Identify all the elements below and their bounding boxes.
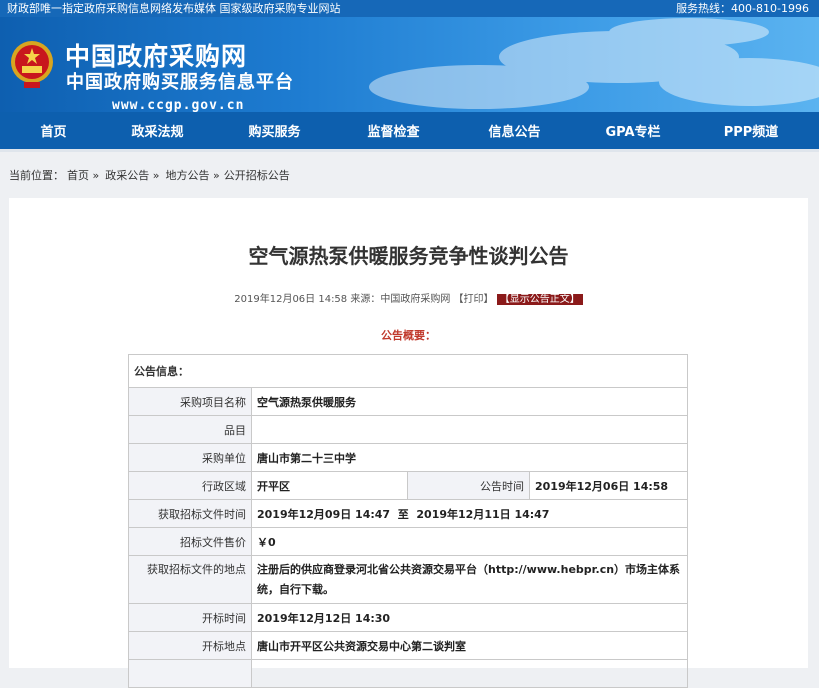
project-name-value: 空气源热泵供暖服务 [251,387,688,416]
doc-time-label: 获取招标文件时间 [128,499,252,528]
article-panel: 空气源热泵供暖服务竞争性谈判公告 2019年12月06日 14:58 来源：中国… [9,198,808,688]
breadcrumb-home[interactable]: 首页 » [67,167,99,183]
nav-supervision[interactable]: 监督检查 [341,121,446,140]
site-subtitle: 中国政府购买服务信息平台 [66,72,294,93]
main-nav: 首页 政采法规 购买服务 监督检查 信息公告 GPA专栏 PPP频道 [0,112,819,152]
unit-label: 采购单位 [128,443,252,472]
article-title: 空气源热泵供暖服务竞争性谈判公告 [248,244,569,268]
table-row: 开标时间 2019年12月12日 14:30 [128,603,688,632]
cloud-decoration [369,18,819,109]
article-meta: 2019年12月06日 14:58 来源：中国政府采购网 【打印】 【显示公告正… [9,290,808,305]
table-cell [128,659,252,688]
open-place-value: 唐山市开平区公共资源交易中心第二谈判室 [251,631,688,660]
table-row: 行政区域 开平区 公告时间 2019年12月06日 14:58 [128,471,688,500]
table-row: 采购项目名称 空气源热泵供暖服务 [128,387,688,416]
breadcrumb-gov-announcements[interactable]: 政采公告 » [105,167,159,183]
table-row: 公告信息： [128,354,688,388]
table-row: 品目 [128,415,688,444]
print-link[interactable]: 【打印】 [454,294,494,305]
service-hotline: 服务热线：400-810-1996 [676,2,809,15]
doc-place-value: 注册后的供应商登录河北省公共资源交易平台（http://www.hebpr.cn… [251,555,688,604]
nav-gpa[interactable]: GPA专栏 [583,121,683,140]
project-name-label: 采购项目名称 [128,387,252,416]
nav-regulations[interactable]: 政采法规 [107,121,208,140]
nav-purchase-services[interactable]: 购买服务 [208,121,341,140]
pubtime-label: 公告时间 [407,471,530,500]
table-row: 采购单位 唐山市第二十三中学 [128,443,688,472]
region-value: 开平区 [251,471,408,500]
pubtime-value: 2019年12月06日 14:58 [529,471,688,500]
article-datetime: 2019年12月06日 14:58 [234,294,348,305]
nav-announcements[interactable]: 信息公告 [446,121,583,140]
table-row: 招标文件售价 ￥0 [128,527,688,556]
open-time-label: 开标时间 [128,603,252,632]
breadcrumb-prefix: 当前位置： [9,168,64,182]
price-label: 招标文件售价 [128,527,252,556]
info-header: 公告信息： [128,354,688,388]
national-emblem-icon [11,41,53,88]
unit-value: 唐山市第二十三中学 [251,443,688,472]
table-row: 开标地点 唐山市开平区公共资源交易中心第二谈判室 [128,631,688,660]
region-label: 行政区域 [128,471,252,500]
nav-home[interactable]: 首页 [0,121,107,140]
table-row: 获取招标文件的地点 注册后的供应商登录河北省公共资源交易平台（http://ww… [128,555,688,604]
doc-place-label: 获取招标文件的地点 [128,555,252,604]
table-row: 获取招标文件时间 2019年12月09日 14:47 至 2019年12月11日… [128,499,688,528]
article-source: 来源：中国政府采购网 [350,294,451,305]
doc-time-value: 2019年12月09日 14:47 至 2019年12月11日 14:47 [251,499,688,528]
table-row [128,659,688,688]
breadcrumb: 当前位置： 首页 » 政采公告 » 地方公告 » 公开招标公告 [0,152,819,197]
site-url: www.ccgp.gov.cn [112,98,245,112]
breadcrumb-open-tender[interactable]: 公开招标公告 [224,167,290,183]
site-banner: 中国政府采购网 中国政府购买服务信息平台 www.ccgp.gov.cn [0,17,819,112]
top-info-slogan: 财政部唯一指定政府采购信息网络发布媒体 国家级政府采购专业网站 [7,2,341,15]
item-value [251,415,688,444]
show-body-button[interactable]: 【显示公告正文】 [496,294,583,305]
item-label: 品目 [128,415,252,444]
nav-ppp[interactable]: PPP频道 [683,121,819,140]
announcement-info-table: 公告信息： 采购项目名称 空气源热泵供暖服务 品目 采购单位 唐山市第二十三中学… [128,354,688,688]
open-place-label: 开标地点 [128,631,252,660]
price-value: ￥0 [251,527,688,556]
top-info-bar: 财政部唯一指定政府采购信息网络发布媒体 国家级政府采购专业网站 服务热线：400… [0,0,819,17]
breadcrumb-local-announcements[interactable]: 地方公告 » [165,167,219,183]
open-time-value: 2019年12月12日 14:30 [251,603,688,632]
table-cell [251,659,688,688]
summary-label: 公告概要： [381,329,436,342]
